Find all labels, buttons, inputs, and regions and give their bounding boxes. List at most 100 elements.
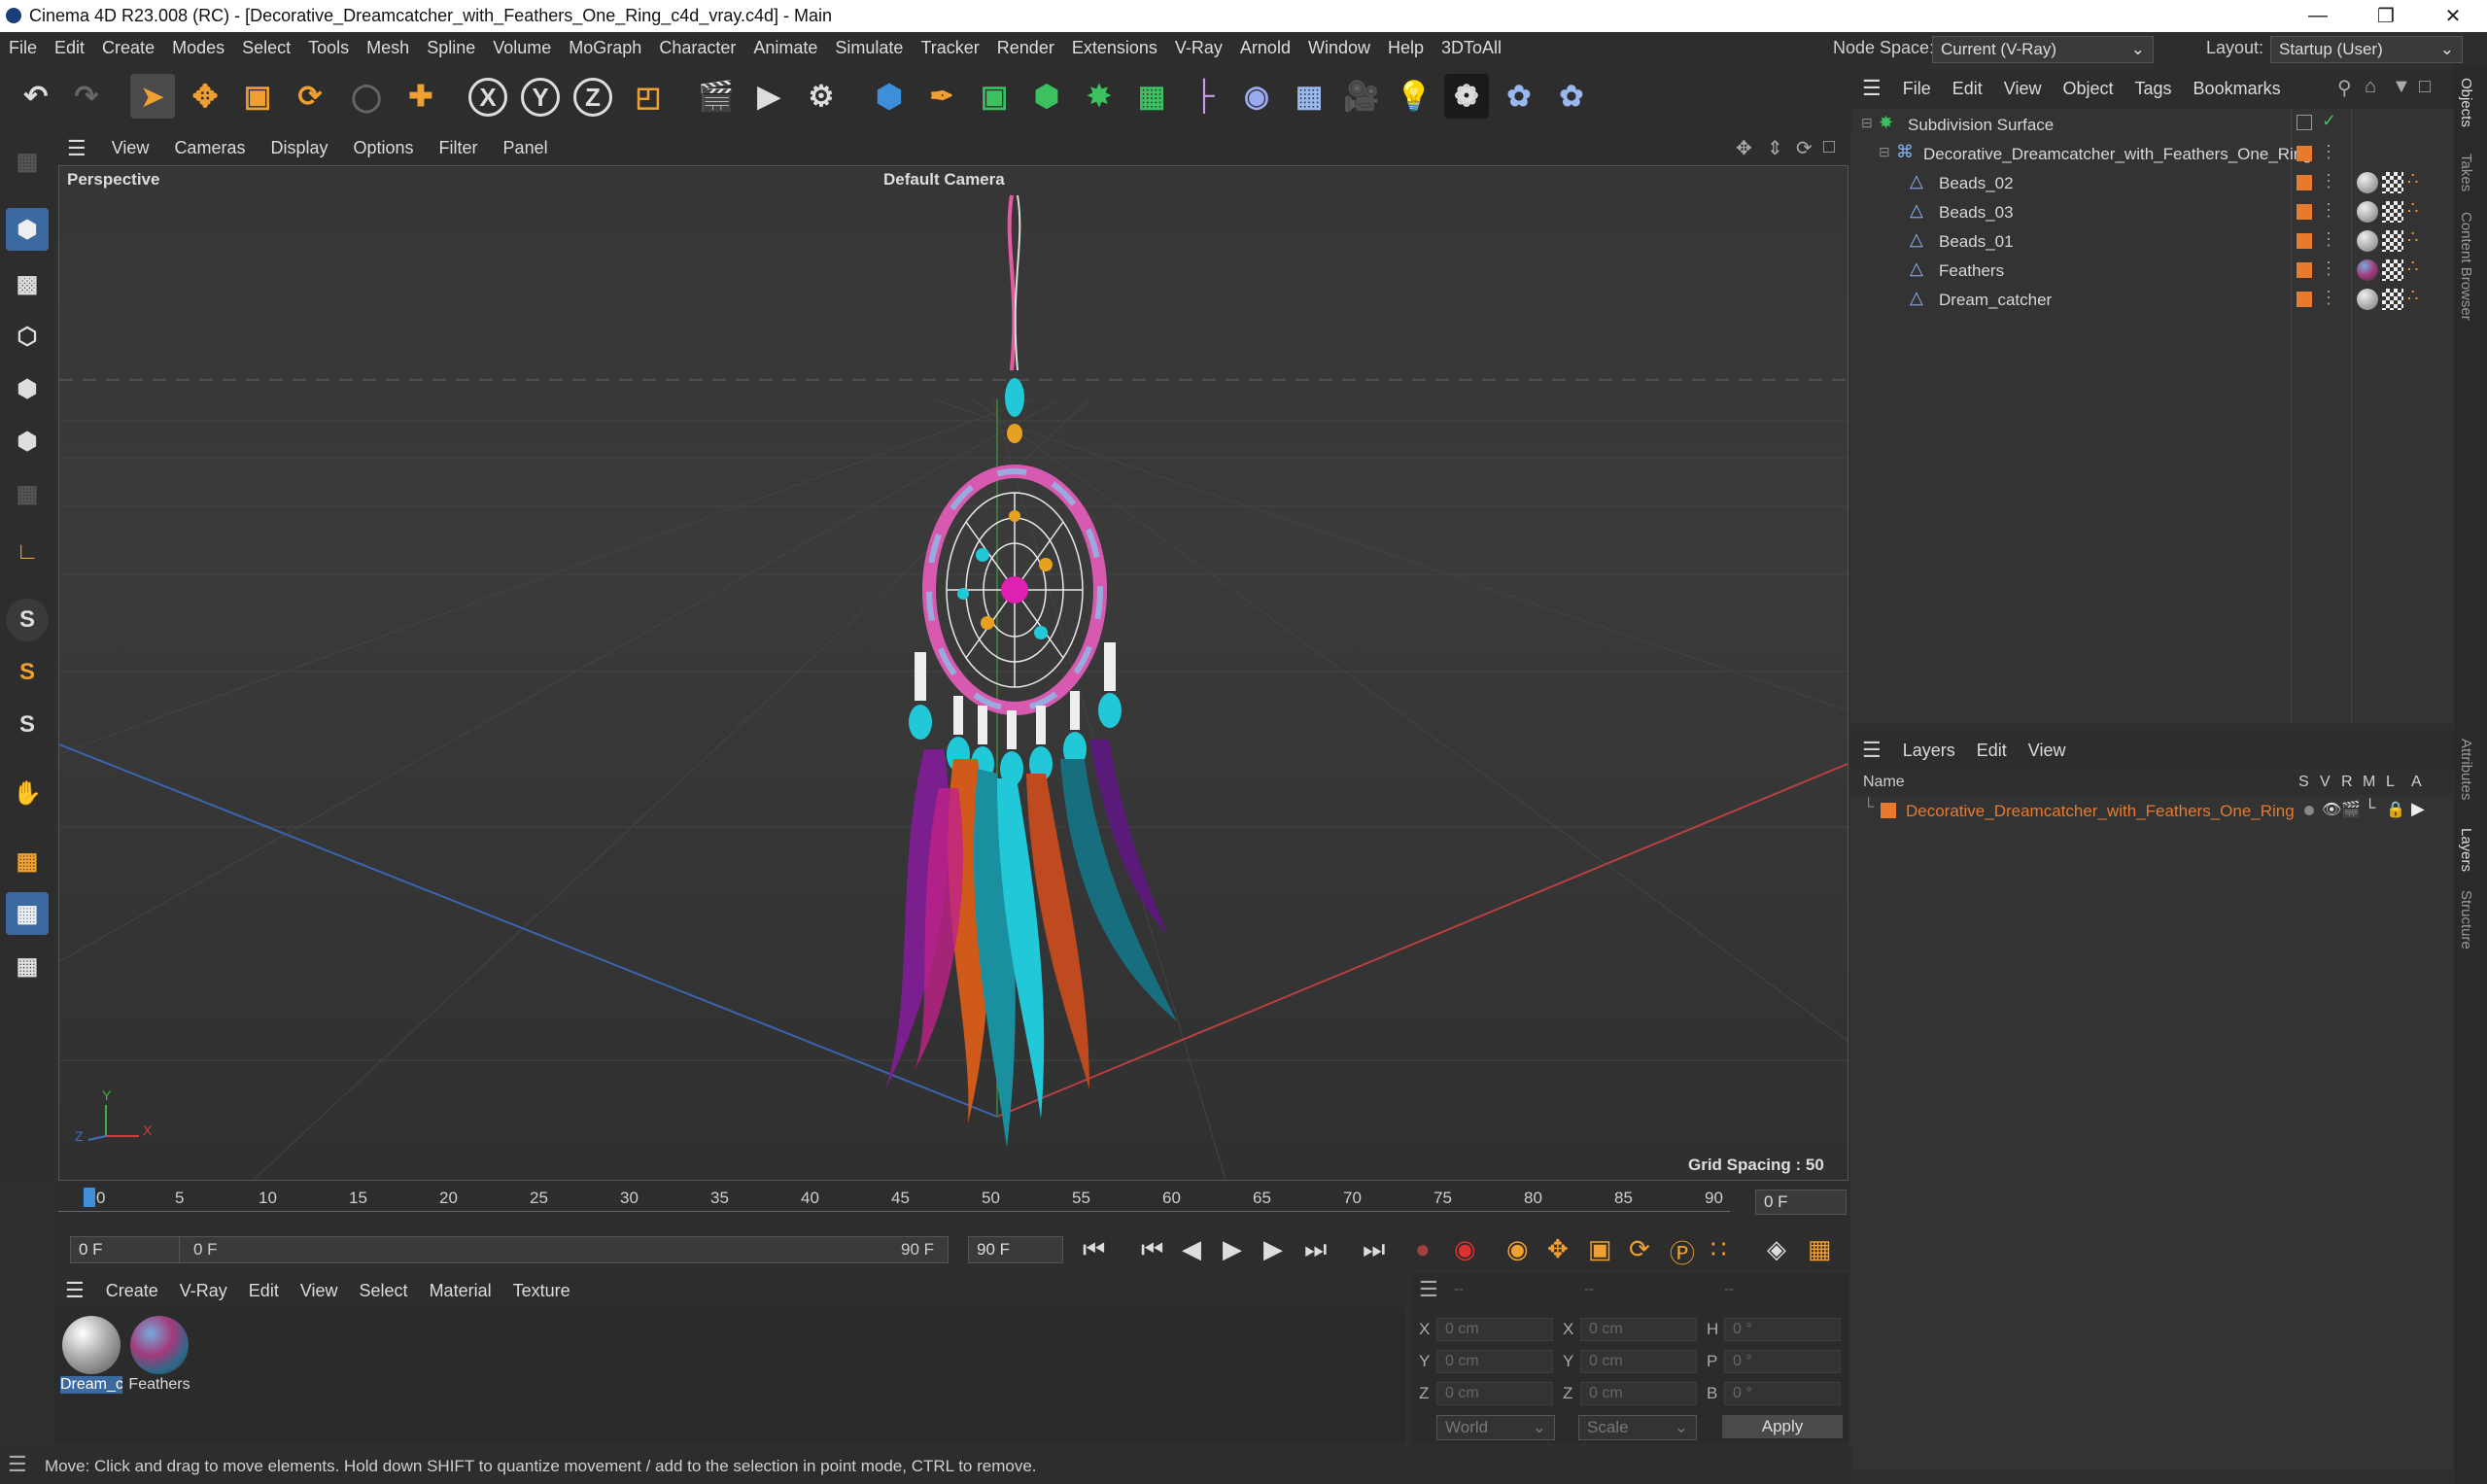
material-menu-edit[interactable]: Edit — [238, 1281, 290, 1301]
layer-color-icon[interactable] — [2297, 146, 2312, 161]
uvw-tag-icon[interactable] — [2382, 201, 2403, 223]
viewport-menu-display[interactable]: Display — [258, 138, 340, 158]
snap-icon[interactable]: S — [6, 599, 49, 641]
key-parameter-icon[interactable]: Ⓟ — [1670, 1234, 1695, 1270]
go-to-end-icon[interactable]: ⏭ — [1363, 1234, 1385, 1265]
z-axis-lock-icon[interactable]: Z — [573, 78, 612, 117]
check-icon[interactable]: ✓ — [2322, 111, 2336, 131]
menu-animate[interactable]: Animate — [744, 38, 826, 58]
tab-content-browser[interactable]: Content Browser — [2458, 212, 2474, 321]
recent-tool-icon[interactable]: ◯ — [344, 74, 389, 119]
camera-label[interactable]: Default Camera — [883, 170, 1005, 190]
viewport-menu-panel[interactable]: Panel — [491, 138, 561, 158]
render-view-icon[interactable]: 🎬 — [694, 74, 739, 119]
object-menu-view[interactable]: View — [1993, 79, 2053, 99]
tree-row-dreamcatcher-null[interactable]: ⊟ ⌘ Decorative_Dreamcatcher_with_Feather… — [1851, 140, 2454, 169]
pan-view-icon[interactable]: ✥ — [1736, 136, 1752, 160]
coordinate-system-icon[interactable]: ◰ — [626, 74, 671, 119]
record-icon[interactable]: ● — [1415, 1234, 1431, 1264]
3d-viewport[interactable]: Perspective Default Camera Grid Spacing … — [58, 165, 1848, 1181]
menu-file[interactable]: File — [0, 38, 46, 58]
render-clapper-icon[interactable]: 🎬 — [2341, 800, 2361, 819]
menu-tracker[interactable]: Tracker — [912, 38, 987, 58]
place-tool-icon[interactable]: ✚ — [398, 74, 443, 119]
hamburger-icon[interactable]: ☰ — [54, 1278, 95, 1303]
tree-row-feathers[interactable]: △ Feathers ⋮ ∴ — [1851, 257, 2454, 286]
next-frame-icon[interactable]: ▶ — [1263, 1234, 1283, 1264]
visibility-dots-icon[interactable]: ⋮ — [2320, 200, 2337, 221]
material-menu-texture[interactable]: Texture — [502, 1281, 581, 1301]
filter-icon[interactable]: ▼ — [2392, 76, 2411, 98]
key-position-icon[interactable]: ✥ — [1547, 1234, 1569, 1264]
play-icon[interactable]: ▶ — [1223, 1234, 1242, 1264]
make-editable-icon[interactable]: ▦ — [6, 140, 49, 183]
maximize-view-icon[interactable]: □ — [1823, 136, 1835, 158]
visibility-dots-icon[interactable]: ⋮ — [2320, 259, 2337, 279]
pos-x-field[interactable]: 0 cm — [1436, 1318, 1553, 1341]
tree-row-dream-catcher[interactable]: △ Dream_catcher ⋮ ∴ — [1851, 286, 2454, 315]
menu-3dtoall[interactable]: 3DToAll — [1433, 38, 1510, 58]
menu-mesh[interactable]: Mesh — [358, 38, 418, 58]
size-mode-dropdown[interactable]: Scale ⌄ — [1578, 1415, 1697, 1440]
menu-help[interactable]: Help — [1379, 38, 1433, 58]
points-mode-icon[interactable]: ⬡ — [6, 315, 49, 358]
autokey-icon[interactable]: ◉ — [1454, 1234, 1476, 1264]
selection-tag-icon[interactable]: ∴ — [2407, 198, 2418, 219]
current-frame-field[interactable]: 0 F — [1755, 1190, 1847, 1215]
layer-color-icon[interactable] — [2297, 175, 2312, 190]
tree-row-beads-02[interactable]: △ Beads_02 ⋮ ∴ — [1851, 169, 2454, 198]
hamburger-icon[interactable]: ☰ — [54, 136, 99, 161]
menu-window[interactable]: Window — [1299, 38, 1379, 58]
menu-character[interactable]: Character — [650, 38, 744, 58]
tab-objects[interactable]: Objects — [2458, 78, 2474, 127]
node-space-dropdown[interactable]: Current (V-Ray) ⌄ — [1932, 36, 2154, 63]
collapse-icon[interactable]: ⊟ — [1879, 144, 1890, 160]
object-menu-file[interactable]: File — [1892, 79, 1942, 99]
polygons-mode-icon[interactable]: ⬢ — [6, 420, 49, 463]
uvw-tag-icon[interactable] — [2382, 259, 2403, 281]
motion-system-icon[interactable]: ◈ — [1767, 1234, 1786, 1264]
tree-row-beads-01[interactable]: △ Beads_01 ⋮ ∴ — [1851, 227, 2454, 257]
coordinate-space-dropdown[interactable]: World ⌄ — [1436, 1415, 1555, 1440]
layers-menu-layers[interactable]: Layers — [1892, 741, 1966, 761]
home-icon[interactable]: ⌂ — [2365, 76, 2376, 98]
material-menu-material[interactable]: Material — [419, 1281, 502, 1301]
start-frame-field[interactable]: 0 F — [70, 1236, 181, 1263]
material-tag-icon[interactable] — [2357, 259, 2378, 281]
eye-icon[interactable]: 👁 — [2322, 800, 2341, 819]
apply-button[interactable]: Apply — [1722, 1415, 1843, 1438]
size-z-field[interactable]: 0 cm — [1580, 1382, 1697, 1405]
frame-range-slider[interactable]: 0 F 90 F — [179, 1236, 949, 1263]
object-menu-bookmarks[interactable]: Bookmarks — [2183, 79, 2292, 99]
selection-tag-icon[interactable]: ∴ — [2407, 286, 2418, 306]
select-tool-icon[interactable]: ➤ — [130, 74, 175, 119]
viewport-menu-filter[interactable]: Filter — [427, 138, 491, 158]
material-menu-vray[interactable]: V-Ray — [169, 1281, 238, 1301]
restore-button[interactable]: ❐ — [2352, 0, 2420, 32]
collapse-icon[interactable]: ⊟ — [1861, 115, 1873, 131]
solo-icon[interactable] — [2304, 806, 2314, 815]
pos-y-field[interactable]: 0 cm — [1436, 1350, 1553, 1373]
menu-arnold[interactable]: Arnold — [1231, 38, 1299, 58]
tweak-mode-icon[interactable]: ✋ — [6, 772, 49, 814]
cube-object-icon[interactable]: ⬢ — [867, 74, 912, 119]
menu-tools[interactable]: Tools — [299, 38, 358, 58]
previous-frame-icon[interactable]: ◀ — [1182, 1234, 1201, 1264]
material-menu-select[interactable]: Select — [349, 1281, 419, 1301]
layer-name[interactable]: Decorative_Dreamcatcher_with_Feathers_On… — [1906, 802, 2295, 821]
go-to-start-icon[interactable]: ⏮ — [1083, 1234, 1105, 1265]
uvw-tag-icon[interactable] — [2382, 172, 2403, 193]
pen-spline-icon[interactable]: ✒ — [919, 74, 964, 119]
menu-modes[interactable]: Modes — [163, 38, 233, 58]
rot-h-field[interactable]: 0 ° — [1724, 1318, 1841, 1341]
layer-color-icon[interactable] — [2297, 204, 2312, 220]
workplane-icon[interactable]: ▦ — [6, 840, 49, 882]
minimize-button[interactable]: — — [2284, 0, 2352, 32]
edges-mode-icon[interactable]: ⬢ — [6, 367, 49, 410]
floor-icon[interactable]: ▦ — [1287, 74, 1331, 119]
visibility-dots-icon[interactable]: ⋮ — [2320, 229, 2337, 250]
layer-color-icon[interactable] — [2297, 292, 2312, 307]
undo-icon[interactable]: ↶ — [14, 74, 58, 119]
y-axis-lock-icon[interactable]: Y — [521, 78, 560, 117]
layer-color-icon[interactable] — [2297, 233, 2312, 249]
